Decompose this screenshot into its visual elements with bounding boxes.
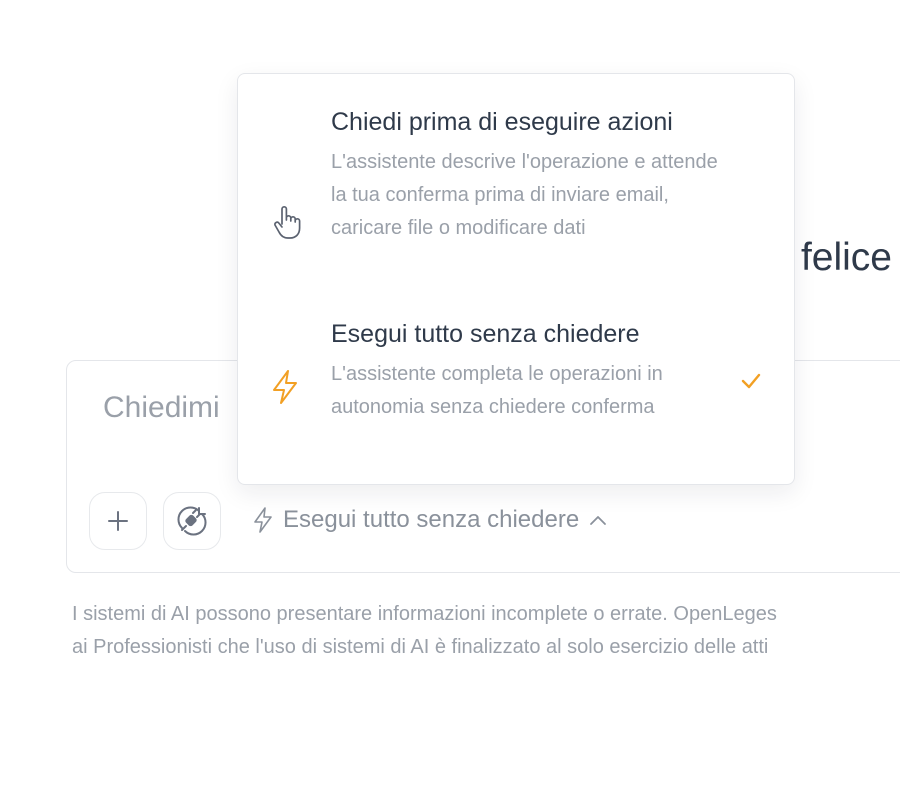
chat-input[interactable]: Chiedimi [103, 391, 220, 425]
disclaimer-line: ai Professionisti che l'uso di sistemi d… [72, 636, 769, 658]
mode-selector[interactable]: Esegui tutto senza chiedere [253, 506, 607, 534]
ai-disclaimer: I sistemi di AI possono presentare infor… [72, 598, 900, 664]
menu-option-run-all[interactable]: Esegui tutto senza chiedere L'assistente… [238, 320, 794, 460]
check-icon [741, 373, 761, 389]
menu-option-description: L'assistente completa le operazioni in a… [331, 363, 663, 418]
hand-pointer-icon [274, 205, 301, 239]
add-attachment-button[interactable] [89, 492, 147, 550]
disclaimer-line: I sistemi di AI possono presentare infor… [72, 603, 777, 625]
mode-selector-label: Esegui tutto senza chiedere [283, 506, 580, 533]
chevron-up-icon [590, 516, 607, 525]
menu-option-title: Chiedi prima di eseguire azioni [331, 108, 673, 136]
plus-icon [108, 511, 128, 531]
lightning-icon [254, 507, 272, 533]
menu-option-ask-first[interactable]: Chiedi prima di eseguire azioni L'assist… [238, 108, 794, 308]
menu-option-title: Esegui tutto senza chiedere [331, 320, 640, 348]
lightning-icon [273, 370, 297, 404]
plug-icon [177, 506, 207, 536]
menu-option-description: L'assistente descrive l'operazione e att… [331, 151, 718, 239]
mode-dropdown-menu: Chiedi prima di eseguire azioni L'assist… [237, 73, 795, 485]
integrations-button[interactable] [163, 492, 221, 550]
